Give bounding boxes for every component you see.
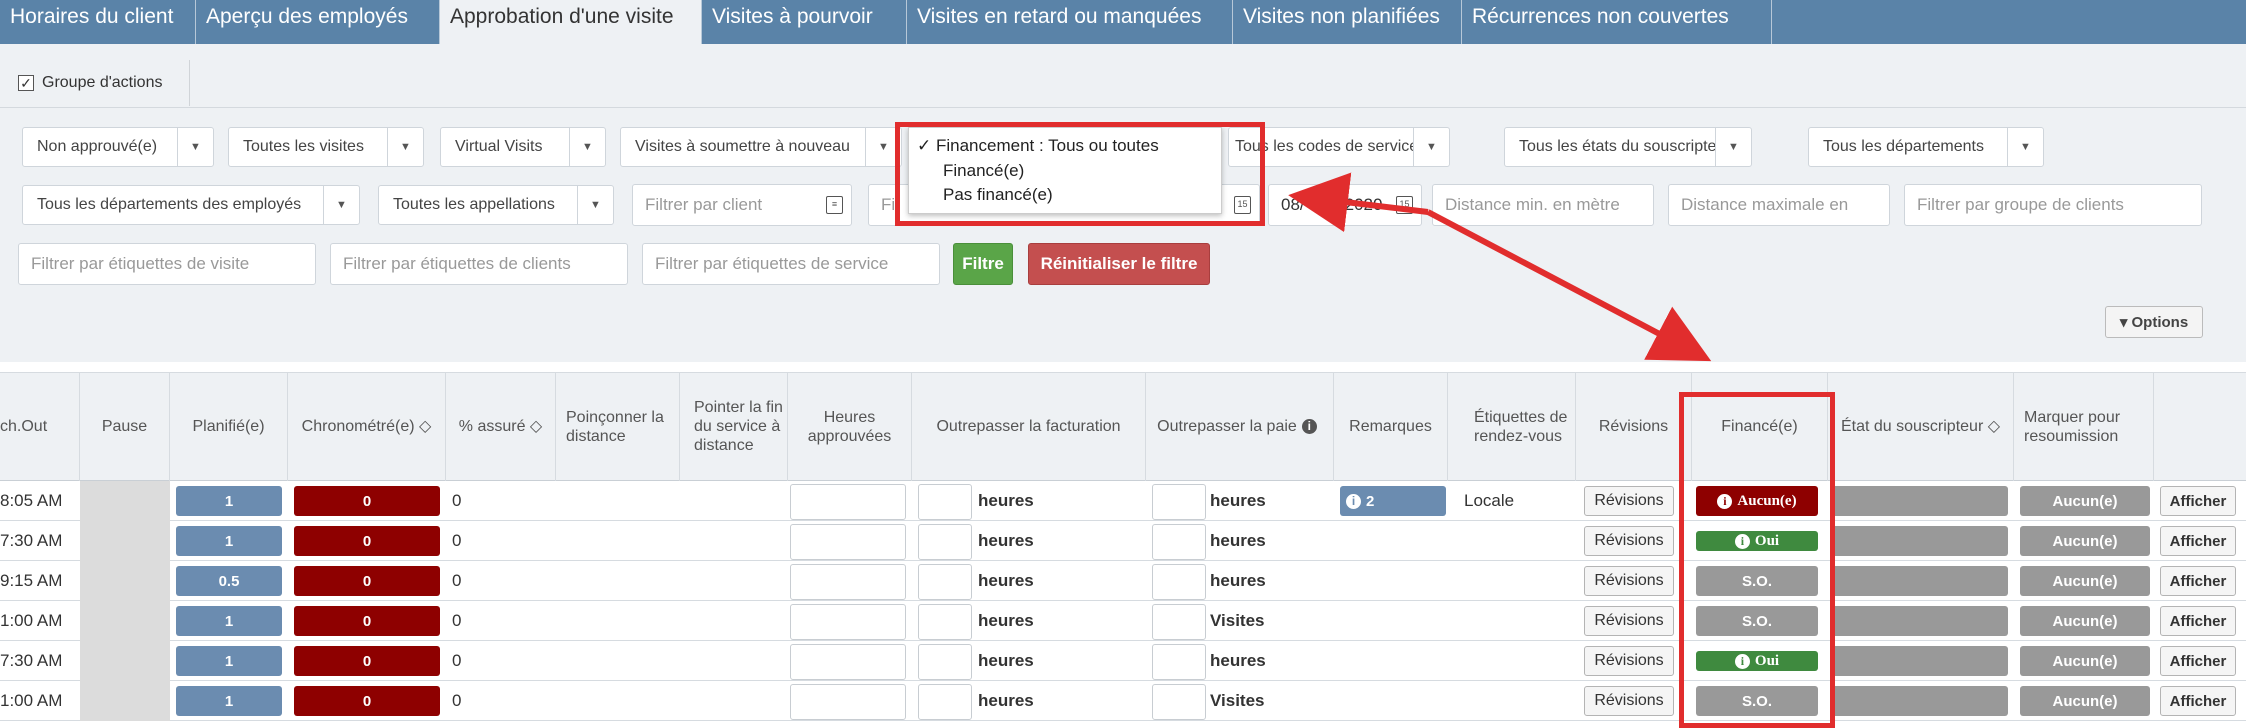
- arrow-to-funded-column: [1426, 209, 1712, 362]
- arrow-to-filter: [1288, 172, 1429, 233]
- page: Horaires du client Aperçu des employés A…: [0, 0, 2246, 728]
- annotation-arrows: [1288, 172, 1712, 362]
